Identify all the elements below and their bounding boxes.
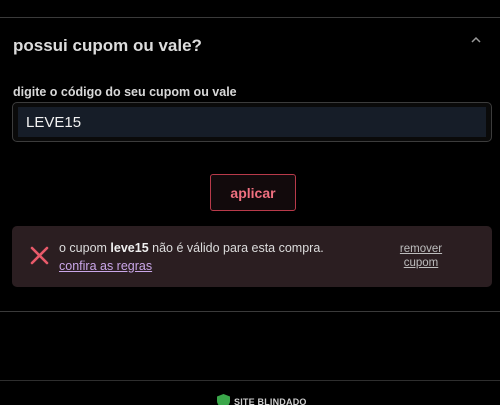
coupon-error-alert: o cupom leve15 não é válido para esta co… (12, 226, 492, 287)
coupon-input-container (12, 102, 492, 142)
coupon-section-title: possui cupom ou vale? (13, 36, 202, 55)
close-x-icon (30, 246, 49, 265)
apply-coupon-button[interactable]: aplicar (210, 174, 296, 211)
seal-label: SITE BLINDADO (234, 397, 307, 405)
section-divider (0, 17, 500, 18)
coupon-field-label: digite o código do seu cupom ou vale (13, 85, 237, 99)
coupon-error-message: o cupom leve15 não é válido para esta co… (59, 239, 359, 275)
error-coupon-code: leve15 (110, 241, 149, 255)
error-prefix: o cupom (59, 241, 111, 255)
footer-divider (0, 380, 500, 381)
coupon-rules-link[interactable]: confira as regras (59, 259, 152, 273)
shield-icon (217, 394, 230, 405)
checkout-coupon-page: possui cupom ou vale? digite o código do… (0, 0, 500, 405)
remove-coupon-link[interactable]: remover cupom (392, 242, 450, 270)
coupon-code-input[interactable] (18, 107, 486, 137)
section-divider-bottom (0, 311, 500, 312)
error-suffix: não é válido para esta compra. (148, 241, 324, 255)
chevron-up-icon[interactable] (466, 32, 486, 48)
